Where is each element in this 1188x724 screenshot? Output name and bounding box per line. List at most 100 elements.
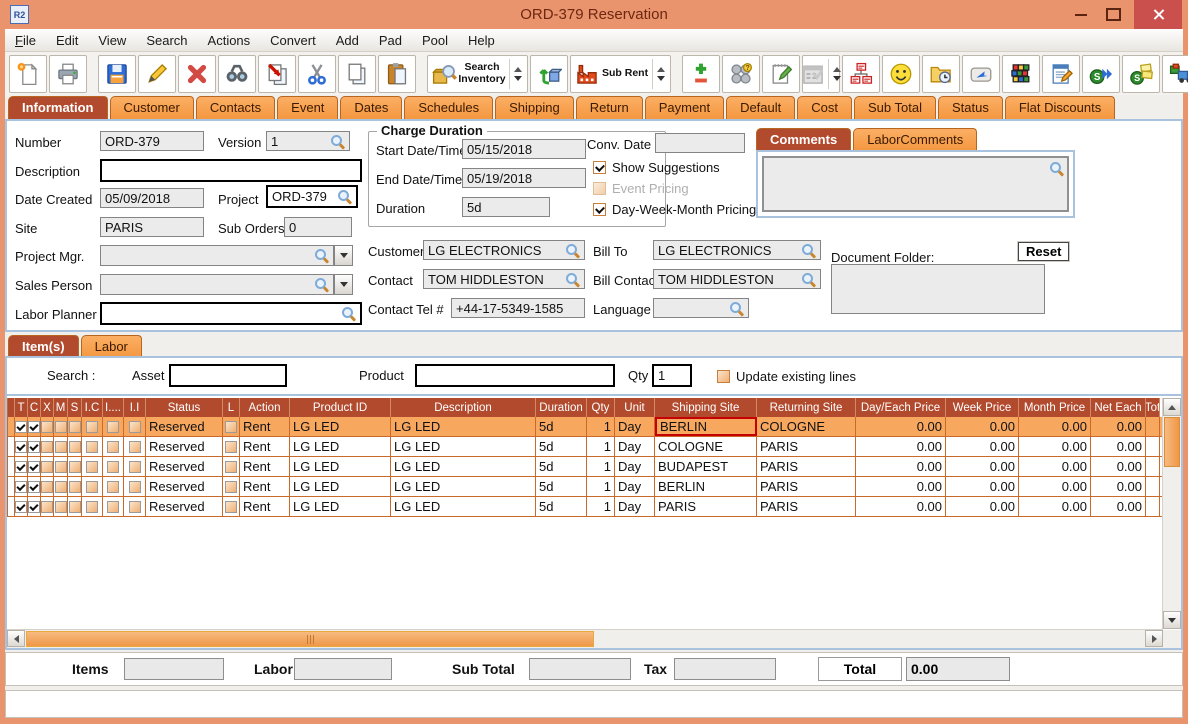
row-checkbox-c[interactable] xyxy=(28,500,40,513)
cell-net_each[interactable]: 0.00 xyxy=(1091,457,1146,476)
reset-button[interactable]: Reset xyxy=(1016,241,1071,262)
cell-product_id[interactable]: LG LED xyxy=(290,417,391,436)
col-header-t[interactable]: T xyxy=(15,398,28,417)
tab-dates[interactable]: Dates xyxy=(340,96,403,119)
contact-field[interactable]: TOM HIDDLESTON xyxy=(423,269,585,289)
sub-rent-dropdown-icon[interactable] xyxy=(652,58,667,89)
row-checkbox-t[interactable] xyxy=(15,460,27,473)
cell-s[interactable] xyxy=(68,457,82,476)
col-header-i-i[interactable]: I.I xyxy=(124,398,146,417)
cell-s[interactable] xyxy=(68,437,82,456)
bill-to-search-icon[interactable] xyxy=(801,243,816,258)
row-checkbox-ic[interactable] xyxy=(86,460,98,473)
tab-return[interactable]: Return xyxy=(575,96,643,119)
comments-search-icon[interactable] xyxy=(1049,161,1064,176)
bill-contact-field[interactable]: TOM HIDDLESTON xyxy=(653,269,821,289)
cell-x[interactable] xyxy=(41,417,54,436)
search-inventory-dropdown-icon[interactable] xyxy=(509,58,524,89)
tab-default[interactable]: Default xyxy=(726,96,796,119)
cell-returning_site[interactable]: PARIS xyxy=(757,477,856,496)
cell-s[interactable] xyxy=(68,477,82,496)
scroll-left-button[interactable] xyxy=(7,630,25,647)
cell-week_price[interactable]: 0.00 xyxy=(946,457,1019,476)
tab-status[interactable]: Status xyxy=(937,96,1003,119)
calendar-dropdown-icon[interactable] xyxy=(827,58,843,89)
cell-description[interactable]: LG LED xyxy=(391,437,536,456)
cell-shipping_site[interactable]: BUDAPEST xyxy=(655,457,757,476)
cell-unit[interactable]: Day xyxy=(615,437,655,456)
cell-l[interactable] xyxy=(223,457,240,476)
col-header-x[interactable]: X xyxy=(41,398,54,417)
save-button[interactable] xyxy=(98,54,136,93)
cell-i2[interactable] xyxy=(103,477,124,496)
cell-action[interactable]: Rent xyxy=(240,477,290,496)
cell-status[interactable]: Reserved xyxy=(146,457,223,476)
sales-forward-button[interactable]: S xyxy=(1082,54,1121,93)
cell-l[interactable] xyxy=(223,417,240,436)
cell-shipping_site[interactable]: COLOGNE xyxy=(655,437,757,456)
col-header-gutter[interactable] xyxy=(8,398,15,417)
horizontal-scroll-thumb[interactable] xyxy=(26,631,594,647)
cell-returning_site[interactable]: PARIS xyxy=(757,497,856,516)
cell-x[interactable] xyxy=(41,437,54,456)
col-header-status[interactable]: Status xyxy=(146,398,223,417)
site-field[interactable]: PARIS xyxy=(100,217,204,237)
add-remove-button[interactable] xyxy=(682,54,721,93)
menu-view[interactable]: View xyxy=(88,31,136,50)
cell-day_each_price[interactable]: 0.00 xyxy=(856,477,946,496)
row-checkbox-i2[interactable] xyxy=(107,460,119,473)
version-search-icon[interactable] xyxy=(330,134,345,149)
cell-month_price[interactable]: 0.00 xyxy=(1019,457,1091,476)
row-checkbox-l[interactable] xyxy=(225,500,237,513)
row-checkbox-x[interactable] xyxy=(41,420,53,433)
scroll-down-button[interactable] xyxy=(1163,611,1181,629)
cell-ii[interactable] xyxy=(124,457,146,476)
row-checkbox-s[interactable] xyxy=(68,460,81,473)
sub-rent-button[interactable]: Sub Rent xyxy=(570,54,672,93)
row-checkbox-ic[interactable] xyxy=(86,500,98,513)
cell-action[interactable]: Rent xyxy=(240,417,290,436)
copy-special-button[interactable] xyxy=(258,54,296,93)
number-field[interactable]: ORD-379 xyxy=(100,131,204,151)
tab-shipping[interactable]: Shipping xyxy=(495,96,574,119)
col-header-duration[interactable]: Duration xyxy=(536,398,587,417)
cell-c[interactable] xyxy=(28,417,41,436)
cell-duration[interactable]: 5d xyxy=(536,477,587,496)
menu-file[interactable]: File xyxy=(5,31,46,50)
row-checkbox-t[interactable] xyxy=(15,420,27,433)
horizontal-scrollbar[interactable] xyxy=(7,629,1163,648)
document-folder-box[interactable] xyxy=(831,264,1045,314)
row-checkbox-s[interactable] xyxy=(68,420,81,433)
maximize-button[interactable] xyxy=(1098,0,1128,29)
product-input[interactable] xyxy=(415,364,615,387)
cell-status[interactable]: Reserved xyxy=(146,437,223,456)
sub-orders-field[interactable]: 0 xyxy=(284,217,352,237)
tab-payment[interactable]: Payment xyxy=(644,96,725,119)
col-header-m[interactable]: M xyxy=(54,398,68,417)
row-checkbox-m[interactable] xyxy=(54,420,67,433)
bill-contact-search-icon[interactable] xyxy=(801,272,816,287)
cell-qty[interactable]: 1 xyxy=(587,457,615,476)
row-checkbox-t[interactable] xyxy=(15,440,27,453)
cell-x[interactable] xyxy=(41,477,54,496)
project-mgr-search-icon[interactable] xyxy=(314,248,329,263)
tab-contacts[interactable]: Contacts xyxy=(195,96,276,119)
close-button[interactable] xyxy=(1134,0,1182,29)
project-search-icon[interactable] xyxy=(337,189,352,204)
tab-comments[interactable]: Comments xyxy=(756,128,852,151)
cell-day_each_price[interactable]: 0.00 xyxy=(856,497,946,516)
col-header-unit[interactable]: Unit xyxy=(615,398,655,417)
availability-button[interactable]: ? xyxy=(722,54,761,93)
cell-unit[interactable]: Day xyxy=(615,477,655,496)
cell-duration[interactable]: 5d xyxy=(536,437,587,456)
cell-t[interactable] xyxy=(15,437,28,456)
menu-add[interactable]: Add xyxy=(326,31,369,50)
cell-status[interactable]: Reserved xyxy=(146,417,223,436)
org-chart-button[interactable] xyxy=(842,54,881,93)
paste-button[interactable] xyxy=(378,54,416,93)
sales-person-field[interactable] xyxy=(100,274,334,295)
row-checkbox-c[interactable] xyxy=(28,420,40,433)
cell-product_id[interactable]: LG LED xyxy=(290,437,391,456)
contact-tel-field[interactable]: +44-17-5349-1585 xyxy=(451,298,585,318)
cell-shipping_site[interactable]: BERLIN xyxy=(655,417,757,436)
